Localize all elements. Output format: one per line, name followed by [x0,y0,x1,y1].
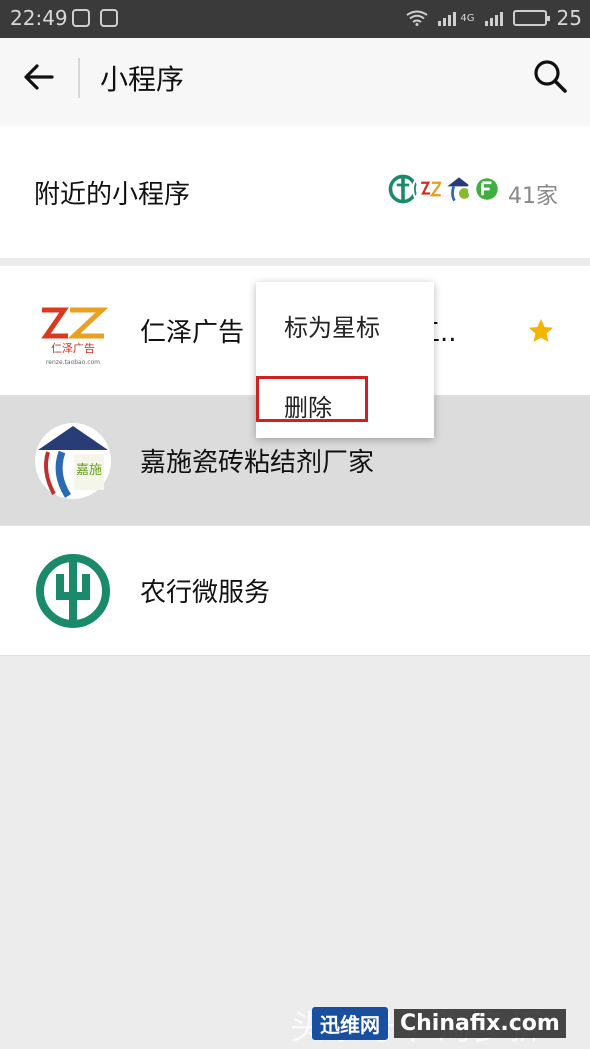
menu-item-delete[interactable]: 删除 [284,388,332,423]
wifi-icon [406,10,428,26]
back-arrow-icon[interactable] [22,60,56,94]
nearby-mini-programs[interactable]: 附近的小程序 41家 [0,126,590,258]
search-icon[interactable] [532,58,568,94]
list-item-name-head: 仁泽广告 [140,318,245,348]
jiashi-tile-adhesive-logo-icon: 嘉施 [35,423,111,499]
network-type: 4G [460,12,475,24]
context-menu: 标为星标 删除 [256,282,434,438]
nearby-label: 附近的小程序 [34,180,191,210]
title-divider [78,58,80,98]
status-notification-icons [72,9,118,27]
status-right: 4G 25 [406,6,582,30]
renze-logo-url: renze.taobao.com [46,359,100,366]
renze-ad-logo-icon: 仁泽广告 renze.taobao.com [34,292,112,370]
page-title: 小程序 [100,63,185,96]
mini-program-logo-icon [468,170,506,208]
signal-icon-2 [484,10,503,26]
image-notification-icon [100,9,118,27]
abc-bank-logo-icon [36,554,110,628]
list-item-name: 农行微服务 [140,578,271,608]
status-bar: 22:49 4G 25 [0,0,590,38]
list-item-abc[interactable]: 农行微服务 [0,526,590,656]
menu-item-star[interactable]: 标为星标 [284,308,380,343]
list-item-name: 嘉施瓷砖粘结剂厂家 [140,448,375,478]
status-time: 22:49 [10,6,68,30]
nearby-logo-stack [384,170,506,208]
watermark-brand: 迅维网 [312,1006,388,1040]
title-bar: 小程序 [0,38,590,126]
star-icon [529,319,553,342]
renze-logo-text: 仁泽广告 [51,342,95,355]
watermark-logo: 迅维网 Chinafix.com [312,1005,566,1041]
jiashi-logo-text: 嘉施 [76,463,102,478]
app-notification-icon [72,9,90,27]
battery-icon [512,10,550,26]
battery-level: 25 [556,6,582,30]
nearby-count: 41家 [508,184,558,209]
watermark-site: Chinafix.com [394,1008,566,1038]
signal-icon [438,10,457,26]
